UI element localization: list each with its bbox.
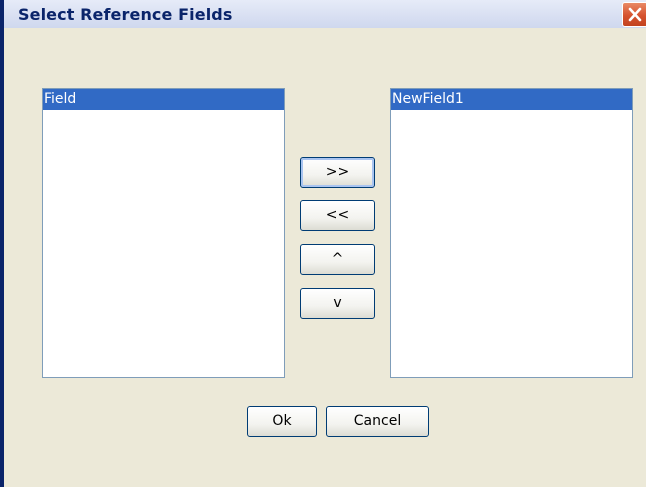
dialog-title: Select Reference Fields — [18, 5, 233, 24]
list-item[interactable]: NewField1 — [391, 89, 632, 110]
selected-fields-list[interactable]: NewField1 — [390, 88, 633, 378]
title-bar[interactable]: Select Reference Fields — [4, 0, 646, 28]
available-fields-list[interactable]: Field — [42, 88, 285, 378]
select-reference-fields-dialog: Select Reference Fields Field >> << ^ v … — [0, 0, 646, 487]
cancel-button[interactable]: Cancel — [326, 406, 429, 437]
close-button[interactable] — [622, 2, 646, 27]
ok-button[interactable]: Ok — [247, 406, 317, 437]
remove-field-button[interactable]: << — [300, 200, 375, 231]
list-item[interactable]: Field — [43, 89, 284, 110]
add-field-button[interactable]: >> — [300, 157, 375, 188]
move-up-button[interactable]: ^ — [300, 244, 375, 275]
close-icon — [628, 7, 642, 22]
move-down-button[interactable]: v — [300, 288, 375, 319]
